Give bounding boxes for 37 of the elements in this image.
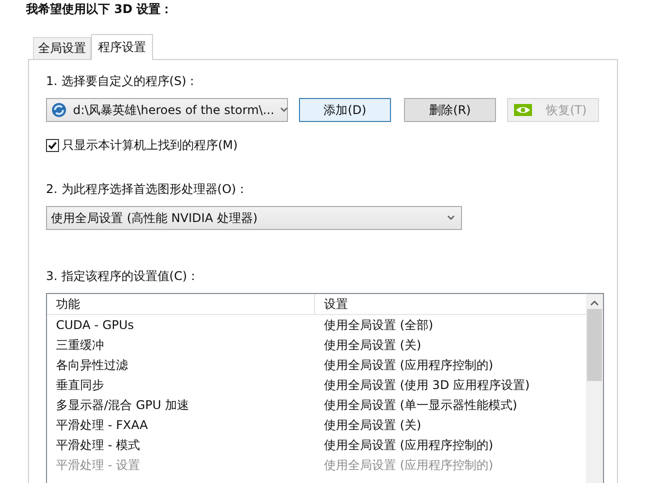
feature-cell[interactable]: 垂直同步 xyxy=(47,376,315,394)
feature-cell[interactable]: 三重缓冲 xyxy=(47,336,315,354)
tab[interactable]: 全局设置 xyxy=(33,37,91,59)
scrollbar[interactable] xyxy=(586,294,603,483)
button[interactable]: 删除(R) xyxy=(404,98,496,122)
setting-cell[interactable]: 使用全局设置 (关) xyxy=(315,336,586,354)
tab[interactable]: 程序设置 xyxy=(91,34,153,60)
dropdown-value: 使用全局设置 (高性能 NVIDIA 处理器) xyxy=(51,210,259,226)
feature-cell[interactable]: CUDA - GPUs xyxy=(47,318,315,332)
section-label: 2. 为此程序选择首选图形处理器(O)： xyxy=(46,181,250,197)
gpu-dropdown[interactable]: 使用全局设置 (高性能 NVIDIA 处理器) xyxy=(46,206,462,230)
setting-cell[interactable]: 使用全局设置 (应用程序控制的) xyxy=(315,356,586,374)
feature-cell[interactable]: 多显示器/混合 GPU 加速 xyxy=(47,396,315,414)
column-header[interactable]: 设置 xyxy=(315,294,586,314)
program-dropdown[interactable]: d:\风暴英雄\heroes of the storm\... xyxy=(46,98,288,122)
chevron-down-icon xyxy=(447,215,455,221)
section-label: 3. 指定该程序的设置值(C)： xyxy=(46,268,200,284)
chevron-down-icon xyxy=(280,107,288,113)
eye-logo-icon xyxy=(514,104,532,116)
feature-cell[interactable]: 平滑处理 - 模式 xyxy=(47,436,315,454)
setting-cell[interactable]: 使用全局设置 (单一显示器性能模式) xyxy=(315,396,586,414)
setting-cell[interactable]: 使用全局设置 (关) xyxy=(315,416,586,434)
scrollbar-thumb[interactable] xyxy=(587,309,602,381)
button[interactable]: 添加(D) xyxy=(299,98,391,122)
setting-cell[interactable]: 使用全局设置 (使用 3D 应用程序设置) xyxy=(315,376,586,394)
column-header[interactable]: 功能 xyxy=(47,294,315,314)
section-label: 1. 选择要自定义的程序(S)： xyxy=(46,73,200,89)
scroll-up-icon[interactable] xyxy=(590,300,599,306)
checkbox[interactable] xyxy=(46,139,59,152)
feature-cell[interactable]: 平滑处理 - FXAA xyxy=(47,416,315,434)
game-icon xyxy=(51,102,67,118)
checkbox-label: 只显示本计算机上找到的程序(M) xyxy=(62,137,238,154)
page-heading: 我希望使用以下 3D 设置： xyxy=(24,1,174,17)
feature-cell[interactable]: 各向异性过滤 xyxy=(47,356,315,374)
setting-cell[interactable]: 使用全局设置 (全部) xyxy=(315,316,586,334)
dropdown-value: d:\风暴英雄\heroes of the storm\... xyxy=(73,102,274,118)
setting-cell[interactable]: 使用全局设置 (应用程序控制的) xyxy=(315,436,586,454)
